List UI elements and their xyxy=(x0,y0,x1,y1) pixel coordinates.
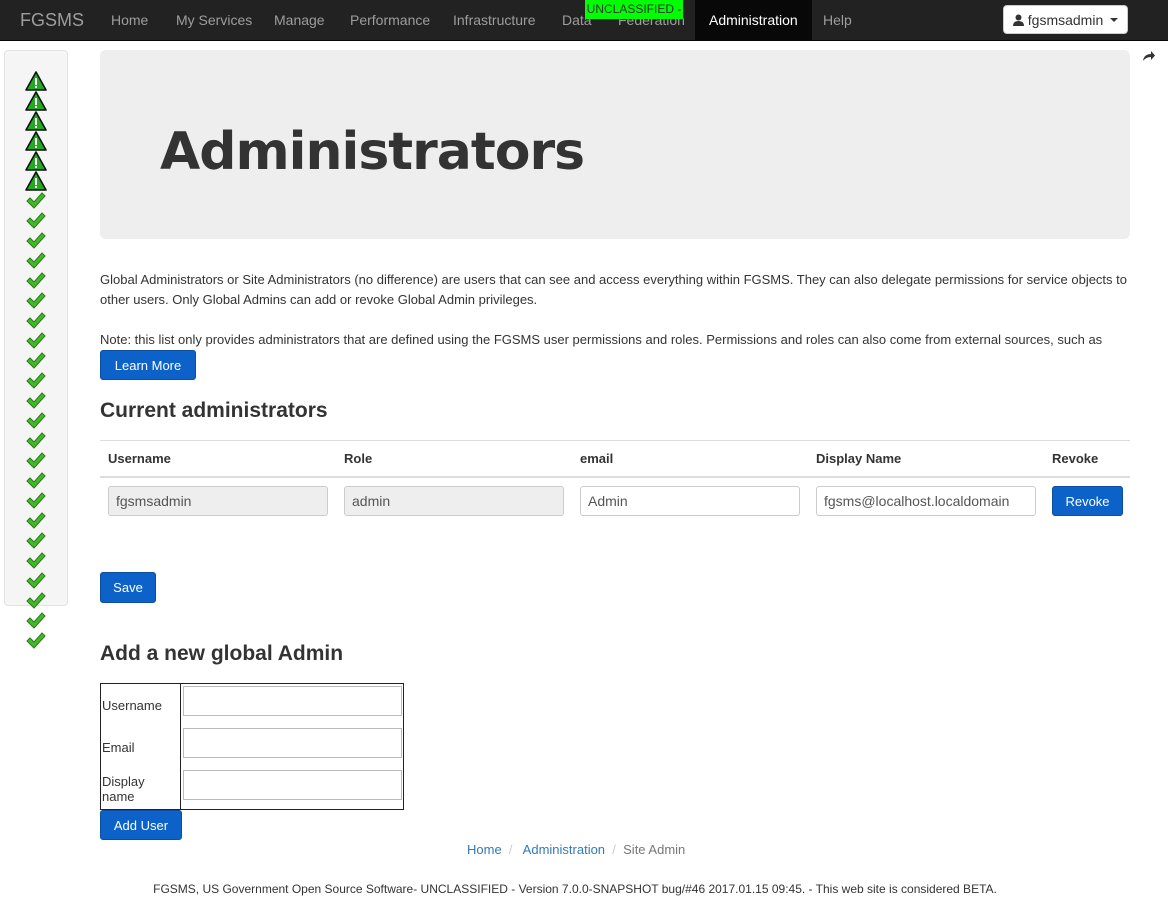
note-text: Note: this list only provides administra… xyxy=(100,332,1103,367)
warning-icon[interactable] xyxy=(25,111,47,131)
user-icon xyxy=(1012,14,1024,26)
breadcrumb: Home / Administration / Site Admin xyxy=(467,842,685,857)
check-icon[interactable] xyxy=(25,631,47,651)
user-name: fgsmsadmin xyxy=(1027,11,1104,28)
username-label: Username xyxy=(101,684,181,726)
nav-manage[interactable]: Manage xyxy=(274,12,325,28)
revoke-button[interactable]: Revoke xyxy=(1052,486,1123,516)
caret-down-icon xyxy=(1110,17,1119,22)
email-label: Email xyxy=(101,726,181,768)
description-text: Global Administrators or Site Administra… xyxy=(100,272,1127,307)
warning-icon[interactable] xyxy=(25,71,47,91)
breadcrumb-home[interactable]: Home xyxy=(467,842,502,857)
current-admins-heading: Current administrators xyxy=(100,399,328,422)
check-icon[interactable] xyxy=(25,391,47,411)
table-top-border xyxy=(100,440,1130,441)
display-name-field[interactable]: fgsms@localhost.localdomain xyxy=(816,486,1036,516)
add-admin-heading: Add a new global Admin xyxy=(100,642,344,665)
check-icon[interactable] xyxy=(25,511,47,531)
check-icon[interactable] xyxy=(25,271,47,291)
check-icon[interactable] xyxy=(25,431,47,451)
new-username-input[interactable] xyxy=(183,686,402,716)
nav-infrastructure[interactable]: Infrastructure xyxy=(453,12,535,28)
save-button[interactable]: Save xyxy=(100,572,156,603)
user-menu-button[interactable]: fgsmsadmin xyxy=(1003,5,1128,34)
col-revoke: Revoke xyxy=(1052,451,1099,466)
nav-administration[interactable]: Administration xyxy=(695,0,812,40)
check-icon[interactable] xyxy=(25,451,47,471)
check-icon[interactable] xyxy=(25,471,47,491)
col-role: Role xyxy=(344,451,373,466)
check-icon[interactable] xyxy=(25,551,47,571)
check-icon[interactable] xyxy=(25,231,47,251)
display-name-label: Display name xyxy=(101,768,181,809)
warning-icon[interactable] xyxy=(25,131,47,151)
add-user-button[interactable]: Add User xyxy=(100,810,182,840)
warning-icon[interactable] xyxy=(25,91,47,111)
check-icon[interactable] xyxy=(25,251,47,271)
share-icon[interactable] xyxy=(1142,50,1156,62)
nav-my-services[interactable]: My Services xyxy=(176,12,252,28)
email-field[interactable]: Admin xyxy=(580,486,800,516)
new-display-name-input[interactable] xyxy=(183,770,402,800)
brand-logo[interactable]: FGSMS xyxy=(20,10,84,31)
check-icon[interactable] xyxy=(25,311,47,331)
top-navbar: FGSMS Home My Services Manage Performanc… xyxy=(0,0,1168,41)
nav-help[interactable]: Help xyxy=(823,12,852,28)
warning-icon[interactable] xyxy=(25,151,47,171)
page-title: Administrators xyxy=(160,122,585,182)
role-field: admin xyxy=(344,486,564,516)
check-icon[interactable] xyxy=(25,531,47,551)
breadcrumb-separator: / xyxy=(608,842,620,857)
learn-more-button[interactable]: Learn More xyxy=(100,350,196,380)
warning-icon[interactable] xyxy=(25,171,47,191)
col-display-name: Display Name xyxy=(816,451,902,466)
add-admin-form: Username Email Display name xyxy=(100,683,404,810)
check-icon[interactable] xyxy=(25,411,47,431)
nav-performance[interactable]: Performance xyxy=(350,12,430,28)
classification-banner: UNCLASSIFIED - xyxy=(585,0,683,19)
new-email-input[interactable] xyxy=(183,728,402,758)
breadcrumb-administration[interactable]: Administration xyxy=(523,842,605,857)
page-header: Administrators xyxy=(100,50,1130,239)
check-icon[interactable] xyxy=(25,331,47,351)
check-icon[interactable] xyxy=(25,291,47,311)
check-icon[interactable] xyxy=(25,571,47,591)
check-icon[interactable] xyxy=(25,211,47,231)
footer-text: FGSMS, US Government Open Source Softwar… xyxy=(153,882,997,896)
check-icon[interactable] xyxy=(25,191,47,211)
breadcrumb-separator: / xyxy=(505,842,520,857)
check-icon[interactable] xyxy=(25,491,47,511)
status-sidebar xyxy=(4,50,68,649)
breadcrumb-current: Site Admin xyxy=(623,842,686,857)
nav-home[interactable]: Home xyxy=(111,12,148,28)
check-icon[interactable] xyxy=(25,371,47,391)
table-header-border xyxy=(100,476,1130,478)
col-username: Username xyxy=(108,451,171,466)
col-email: email xyxy=(580,451,614,466)
check-icon[interactable] xyxy=(25,591,47,611)
username-field: fgsmsadmin xyxy=(108,486,328,516)
check-icon[interactable] xyxy=(25,611,47,631)
check-icon[interactable] xyxy=(25,351,47,371)
